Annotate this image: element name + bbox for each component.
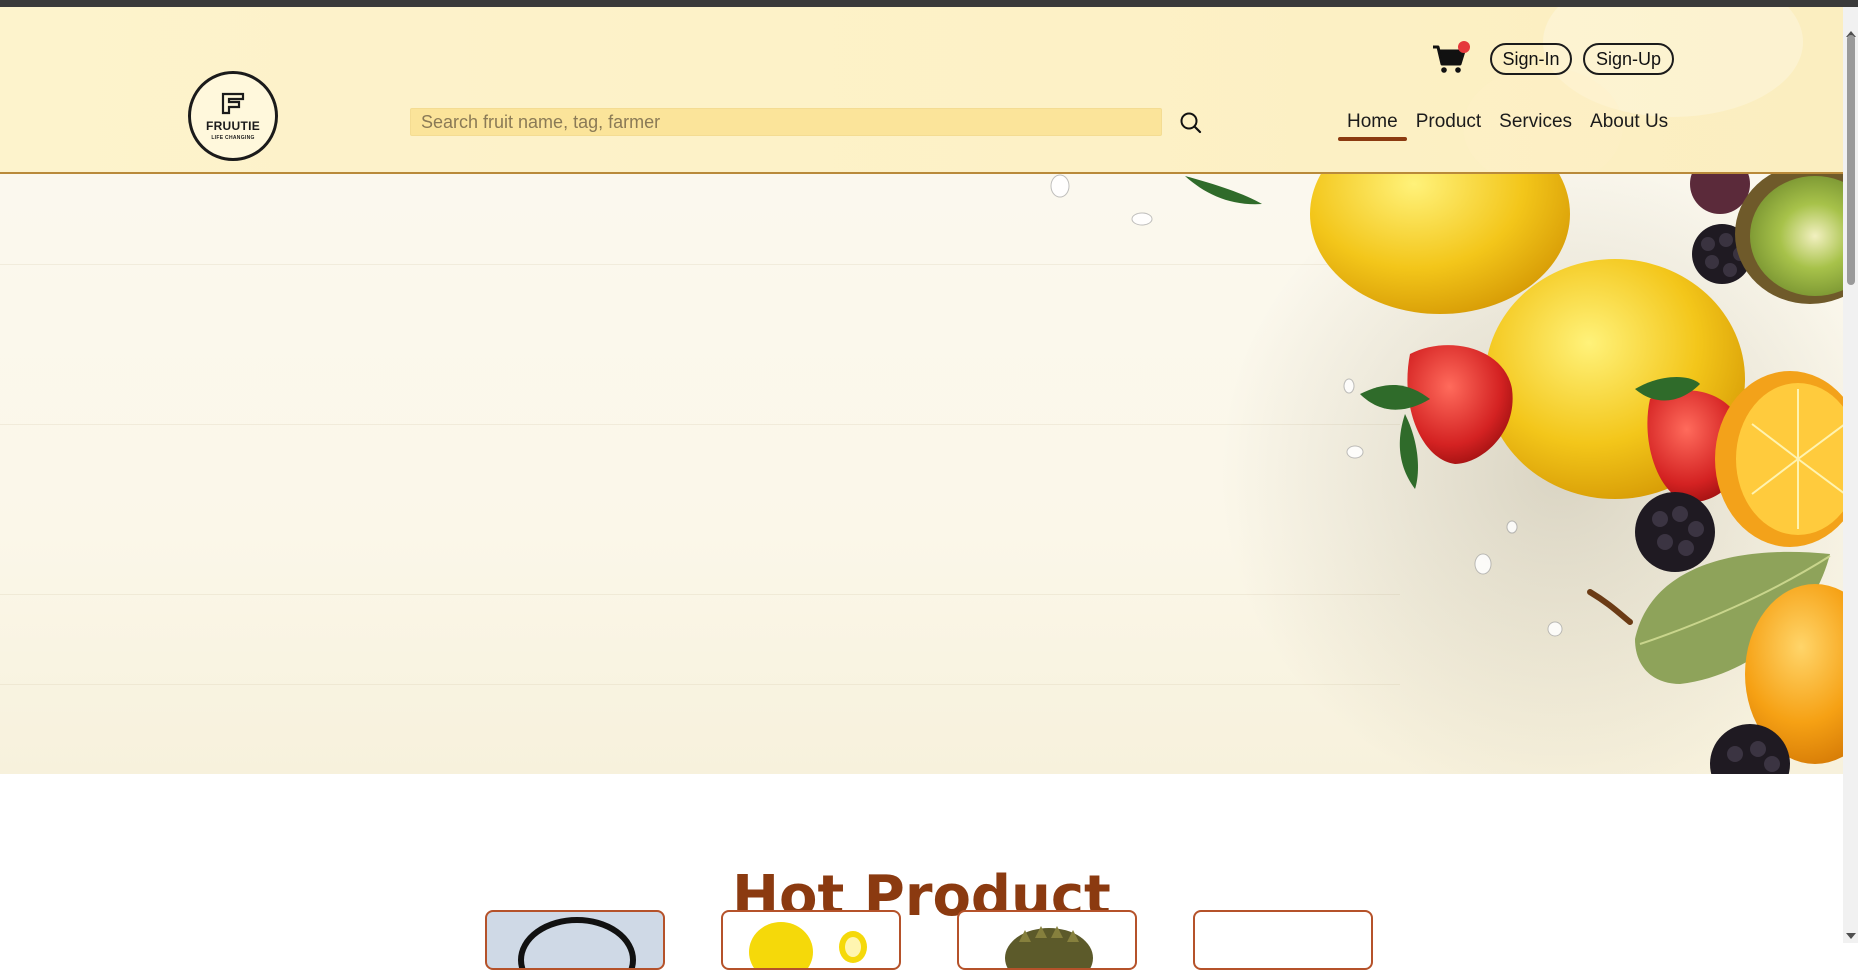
logo-f-icon	[220, 91, 246, 115]
cart-notification-badge	[1458, 41, 1470, 53]
search-icon[interactable]	[1178, 110, 1204, 136]
logo-mark-svg	[221, 92, 245, 115]
search-input[interactable]	[410, 108, 1162, 136]
site-header: FRUUTIE LIFE CHANGING Sign-In Sign-Up Ho…	[0, 7, 1843, 174]
search-bar	[410, 108, 1202, 136]
product-image	[1005, 926, 1093, 968]
nav-item-product[interactable]: Product	[1407, 107, 1490, 139]
site-logo[interactable]: FRUUTIE LIFE CHANGING	[188, 71, 278, 161]
hot-product-title: Hot Product	[732, 864, 1111, 930]
product-image	[518, 917, 636, 968]
nav-item-services[interactable]: Services	[1490, 107, 1581, 139]
product-card[interactable]	[957, 910, 1137, 970]
scrollbar-thumb[interactable]	[1847, 35, 1855, 285]
nav-item-home[interactable]: Home	[1338, 107, 1407, 141]
browser-top-bar	[0, 0, 1858, 7]
hero-fruit-illustration	[1050, 174, 1843, 774]
main-nav: Home Product Services About Us	[1338, 107, 1677, 141]
logo-name: FRUUTIE	[205, 119, 261, 133]
scroll-down-arrow-icon[interactable]	[1846, 933, 1856, 939]
product-card[interactable]	[721, 910, 901, 970]
product-card[interactable]	[485, 910, 665, 970]
sign-up-button[interactable]: Sign-Up	[1583, 43, 1674, 75]
sign-in-button[interactable]: Sign-In	[1490, 43, 1572, 75]
page-scrollbar[interactable]	[1843, 7, 1858, 943]
product-card[interactable]	[1193, 910, 1373, 970]
nav-item-about-us[interactable]: About Us	[1581, 107, 1677, 139]
logo-tagline: LIFE CHANGING	[211, 135, 255, 141]
product-image	[749, 922, 867, 968]
hero-banner	[0, 174, 1843, 774]
cart-button[interactable]	[1431, 41, 1473, 79]
